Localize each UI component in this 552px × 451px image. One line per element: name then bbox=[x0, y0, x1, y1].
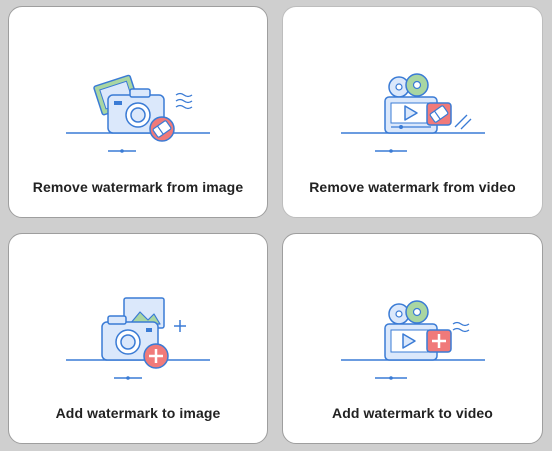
camera-plus-icon bbox=[9, 292, 267, 392]
card-label: Add watermark to image bbox=[55, 405, 221, 421]
video-eraser-icon bbox=[283, 65, 542, 165]
camera-eraser-icon bbox=[9, 65, 267, 165]
card-label: Remove watermark from video bbox=[309, 179, 516, 195]
video-plus-icon bbox=[283, 292, 542, 392]
add-watermark-image-card[interactable]: Add watermark to image bbox=[8, 233, 268, 444]
card-label: Remove watermark from image bbox=[32, 179, 244, 195]
remove-watermark-video-card[interactable]: Remove watermark from video bbox=[282, 6, 543, 218]
remove-watermark-image-card[interactable]: Remove watermark from image bbox=[8, 6, 268, 218]
card-label: Add watermark to video bbox=[332, 405, 493, 421]
add-watermark-video-card[interactable]: Add watermark to video bbox=[282, 233, 543, 444]
